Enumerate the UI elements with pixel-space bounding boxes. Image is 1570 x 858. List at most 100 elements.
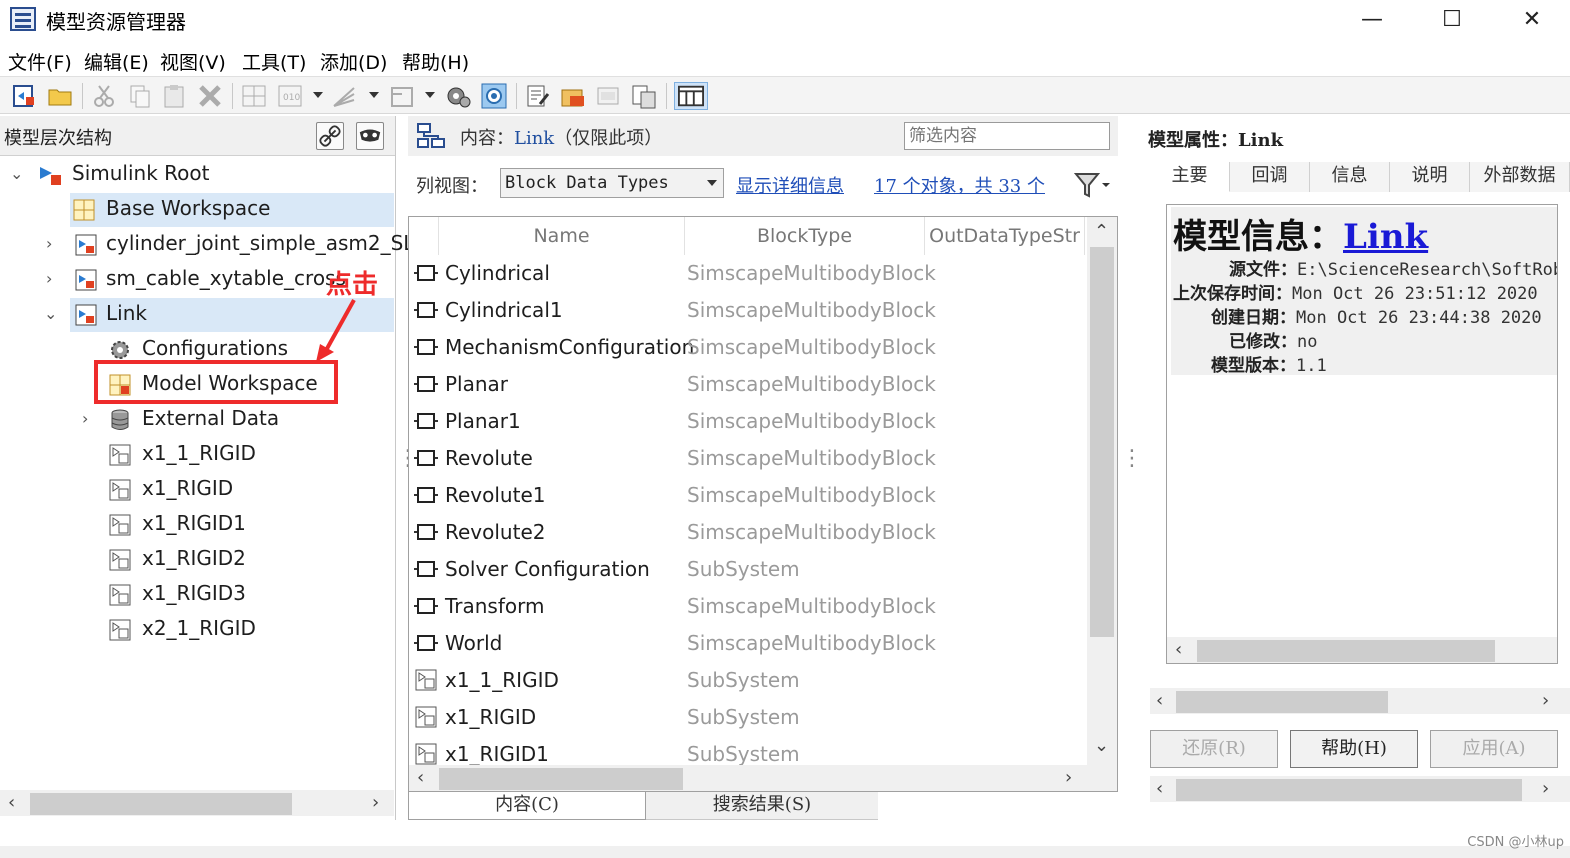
table-row[interactable]: x1_RIGID SubSystem bbox=[409, 699, 1085, 736]
chevron-right-icon[interactable]: › bbox=[46, 269, 52, 288]
settings-icon[interactable] bbox=[444, 82, 472, 110]
chevron-right-icon[interactable]: › bbox=[82, 409, 88, 428]
tab-search-results[interactable]: 搜索结果(S) bbox=[646, 792, 878, 820]
tab-external-data[interactable]: 外部数据 bbox=[1470, 162, 1570, 192]
scrollbar-thumb[interactable] bbox=[1176, 779, 1522, 801]
menu-tools[interactable]: 工具(T) bbox=[242, 48, 306, 75]
tree-item-x1-1-rigid[interactable]: x1_1_RIGID bbox=[0, 438, 394, 472]
table-row[interactable]: Revolute1 SimscapeMultibodyBlock bbox=[409, 477, 1085, 514]
menu-add[interactable]: 添加(D) bbox=[320, 48, 387, 75]
grid-icon[interactable] bbox=[240, 82, 268, 110]
menu-edit[interactable]: 编辑(E) bbox=[84, 48, 149, 75]
cut-icon[interactable] bbox=[90, 82, 118, 110]
column-header-name[interactable]: Name bbox=[439, 217, 685, 255]
revert-button[interactable]: 还原(R) bbox=[1150, 730, 1278, 768]
copy-icon[interactable] bbox=[126, 82, 154, 110]
table-row[interactable]: Revolute2 SimscapeMultibodyBlock bbox=[409, 514, 1085, 551]
chevron-down-icon[interactable] bbox=[425, 92, 435, 98]
menu-file[interactable]: 文件(F) bbox=[8, 48, 72, 75]
apply-button[interactable]: 应用(A) bbox=[1430, 730, 1558, 768]
open-folder-icon[interactable] bbox=[46, 82, 74, 110]
tab-contents[interactable]: 内容(C) bbox=[408, 792, 646, 820]
filter-contents-input[interactable] bbox=[904, 122, 1110, 150]
menu-view[interactable]: 视图(V) bbox=[160, 48, 226, 75]
scroll-up-icon[interactable]: ⌃ bbox=[1094, 221, 1109, 242]
tab-description[interactable]: 说明 bbox=[1390, 162, 1470, 192]
left-horizontal-scrollbar[interactable]: ‹ › bbox=[0, 790, 394, 816]
data-dict-icon[interactable] bbox=[558, 82, 586, 110]
scrollbar-thumb[interactable] bbox=[1197, 640, 1495, 662]
help-button[interactable]: 帮助(H) bbox=[1290, 730, 1418, 768]
chevron-down-icon[interactable] bbox=[369, 92, 379, 98]
info-horizontal-scrollbar[interactable]: ‹ bbox=[1167, 637, 1557, 663]
table-row[interactable]: Revolute SimscapeMultibodyBlock bbox=[409, 440, 1085, 477]
left-splitter[interactable] bbox=[397, 446, 419, 482]
scroll-down-icon[interactable]: ⌄ bbox=[1094, 735, 1109, 756]
menu-help[interactable]: 帮助(H) bbox=[402, 48, 469, 75]
show-details-link[interactable]: 显示详细信息 bbox=[736, 172, 844, 198]
table-row[interactable]: World SimscapeMultibodyBlock bbox=[409, 625, 1085, 662]
scroll-right-icon[interactable]: › bbox=[1542, 690, 1549, 711]
scroll-left-icon[interactable]: ‹ bbox=[1175, 639, 1182, 660]
bottom-horizontal-scrollbar[interactable]: ‹ › bbox=[1150, 776, 1570, 802]
tree-item-base-workspace[interactable]: Base Workspace bbox=[70, 193, 394, 227]
signal-icon[interactable] bbox=[330, 82, 358, 110]
table-row[interactable]: MechanismConfiguration SimscapeMultibodyB… bbox=[409, 329, 1085, 366]
tree-item-x1-rigid3[interactable]: x1_RIGID3 bbox=[0, 578, 394, 612]
scrollbar-thumb[interactable] bbox=[1176, 691, 1388, 713]
filter-funnel-icon[interactable] bbox=[1072, 170, 1112, 200]
chevron-down-icon[interactable]: ⌄ bbox=[44, 304, 57, 323]
scroll-left-icon[interactable]: ‹ bbox=[417, 767, 424, 788]
table-row[interactable]: Cylindrical SimscapeMultibodyBlock bbox=[409, 255, 1085, 292]
table-row[interactable]: Cylindrical1 SimscapeMultibodyBlock bbox=[409, 292, 1085, 329]
chevron-down-icon[interactable]: ⌄ bbox=[10, 164, 23, 183]
delete-icon[interactable] bbox=[196, 82, 224, 110]
table-vertical-scrollbar[interactable]: ⌃ ⌄ bbox=[1087, 217, 1117, 765]
column-layout-icon[interactable] bbox=[674, 82, 708, 110]
column-view-select[interactable]: Block Data Types bbox=[500, 168, 724, 198]
tree-item-external-data[interactable]: › External Data bbox=[0, 403, 394, 437]
matrix-icon[interactable]: 010 bbox=[276, 82, 304, 110]
chevron-right-icon[interactable]: › bbox=[46, 234, 52, 253]
model-info-link[interactable]: Link bbox=[1343, 217, 1428, 257]
table-row[interactable]: x1_1_RIGID SubSystem bbox=[409, 662, 1085, 699]
table-row[interactable]: Planar SimscapeMultibodyBlock bbox=[409, 366, 1085, 403]
scrollbar-thumb[interactable] bbox=[1090, 247, 1114, 637]
scroll-left-icon[interactable]: ‹ bbox=[8, 792, 15, 813]
right-splitter[interactable] bbox=[1121, 446, 1143, 482]
compare-icon[interactable] bbox=[630, 82, 658, 110]
scrollbar-thumb[interactable] bbox=[439, 768, 683, 790]
config-icon[interactable] bbox=[480, 82, 508, 110]
scroll-right-icon[interactable]: › bbox=[372, 792, 379, 813]
tree-item-x2-1-rigid[interactable]: x2_1_RIGID bbox=[0, 613, 394, 647]
new-model-icon[interactable] bbox=[10, 82, 38, 110]
object-count-link[interactable]: 17 个对象，共 33 个 bbox=[874, 172, 1045, 198]
table-row[interactable]: Solver Configuration SubSystem bbox=[409, 551, 1085, 588]
tab-info[interactable]: 信息 bbox=[1310, 162, 1390, 192]
scroll-right-icon[interactable]: › bbox=[1065, 767, 1072, 788]
column-header-blocktype[interactable]: BlockType bbox=[685, 217, 925, 255]
link-icon[interactable] bbox=[316, 122, 344, 150]
paste-icon[interactable] bbox=[160, 82, 188, 110]
tree-item-x1-rigid2[interactable]: x1_RIGID2 bbox=[0, 543, 394, 577]
frame-icon[interactable] bbox=[388, 82, 416, 110]
tree-item-x1-rigid[interactable]: x1_RIGID bbox=[0, 473, 394, 507]
table-horizontal-scrollbar[interactable]: ‹ › bbox=[409, 765, 1117, 791]
tree-item-cylinder-joint[interactable]: › cylinder_joint_simple_asm2_SLD bbox=[0, 228, 430, 262]
chevron-down-icon[interactable] bbox=[313, 92, 323, 98]
table-row[interactable]: Planar1 SimscapeMultibodyBlock bbox=[409, 403, 1085, 440]
table-row[interactable]: Transform SimscapeMultibodyBlock bbox=[409, 588, 1085, 625]
edit-props-icon[interactable] bbox=[524, 82, 552, 110]
maximize-button[interactable]: ☐ bbox=[1412, 0, 1492, 40]
tree-item-x1-rigid1[interactable]: x1_RIGID1 bbox=[0, 508, 394, 542]
tab-main[interactable]: 主要 bbox=[1150, 162, 1230, 192]
tab-callbacks[interactable]: 回调 bbox=[1230, 162, 1310, 192]
properties-horizontal-scrollbar[interactable]: ‹ › bbox=[1150, 688, 1570, 714]
minimize-button[interactable]: — bbox=[1332, 0, 1412, 40]
scroll-right-icon[interactable]: › bbox=[1542, 778, 1549, 799]
scroll-left-icon[interactable]: ‹ bbox=[1156, 690, 1163, 711]
tree-item-simulink-root[interactable]: ⌄ Simulink Root bbox=[0, 158, 394, 192]
scrollbar-thumb[interactable] bbox=[30, 793, 292, 815]
close-button[interactable]: ✕ bbox=[1492, 0, 1570, 40]
scroll-left-icon[interactable]: ‹ bbox=[1156, 778, 1163, 799]
